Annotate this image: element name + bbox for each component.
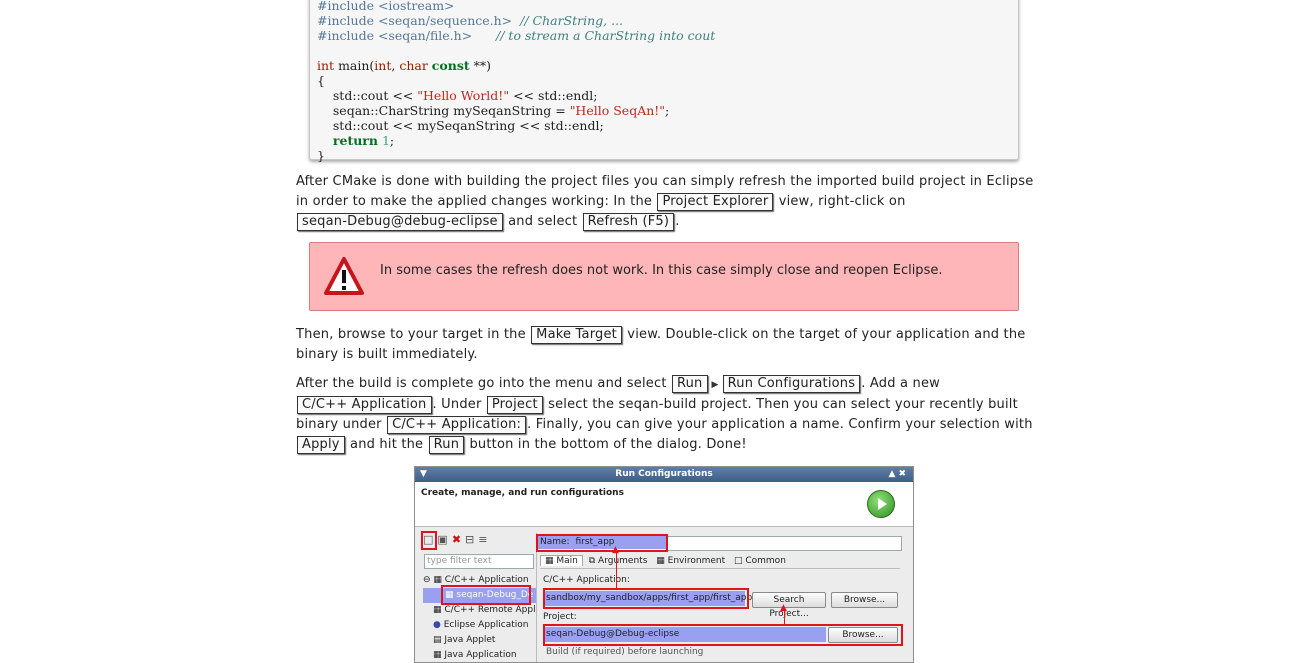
collapse-icon[interactable]: ⊟	[465, 533, 478, 546]
code-token: char	[399, 58, 428, 73]
highlight-name	[536, 534, 668, 552]
text: After the build is complete go into the …	[296, 376, 667, 391]
text: and hit the	[350, 437, 424, 452]
highlight-selected-config	[441, 585, 531, 605]
arrow-line	[616, 549, 617, 589]
code-comment: // CharString, ...	[520, 13, 624, 28]
browse-button[interactable]: Browse...	[831, 592, 898, 608]
run-configurations-dialog: ▼ Run Configurations ▲✖ Create, manage, …	[414, 466, 914, 663]
text: . Under	[432, 397, 482, 412]
text: Then, browse to your target in the	[296, 327, 526, 342]
tree-item-java-applet[interactable]: ▤ Java Applet	[423, 633, 537, 648]
code-token: int	[374, 58, 392, 73]
text: . Add a new	[861, 376, 940, 391]
dialog-header: Create, manage, and run configurations	[415, 482, 913, 527]
code-token: << std::endl;	[509, 88, 598, 103]
code-comment: // to stream a CharString into cout	[496, 28, 716, 43]
arrow-up-icon: ▲	[780, 603, 787, 613]
tab-bar: ▦ Main ⧉ Arguments ▦ Environment □ Commo…	[540, 555, 900, 569]
text: . Finally, you can give your application…	[527, 417, 1033, 432]
tab-label: Main	[556, 556, 578, 566]
code-token: std::cout << mySeqanString << std::endl;	[317, 118, 604, 133]
tab-main[interactable]: ▦ Main	[540, 555, 583, 566]
tree-item-eclipse-app[interactable]: ● Eclipse Application	[423, 618, 537, 633]
filter-icon[interactable]: ≡	[478, 533, 491, 546]
dialog-title: Run Configurations	[615, 469, 713, 479]
gui-label-cpp-application-field: C/C++ Application:	[387, 416, 527, 434]
code-token: ;	[665, 103, 670, 118]
tab-common[interactable]: □ Common	[731, 556, 789, 566]
run-icon	[867, 490, 895, 518]
code-token: **)	[473, 58, 492, 73]
tree-item-cpp-remote[interactable]: ▦ C/C++ Remote Appl	[423, 603, 537, 618]
tab-label: Environment	[667, 556, 726, 566]
code-block: #include <iostream> #include <seqan/sequ…	[309, 0, 1019, 163]
gui-label-project: seqan-Debug@debug-eclipse	[297, 213, 503, 231]
highlight-new-config	[421, 531, 437, 550]
code-token: return	[332, 133, 378, 148]
code-token: seqan::CharString mySeqanString =	[317, 103, 570, 118]
code-line: #include <iostream>	[317, 0, 455, 13]
tree-label: Java Application	[444, 650, 517, 660]
highlight-app-path	[543, 588, 749, 609]
tree-label: Java Applet	[444, 635, 496, 645]
project-label: Project:	[543, 612, 577, 622]
gui-label-run-configurations: Run Configurations	[722, 375, 861, 393]
tab-arguments[interactable]: ⧉ Arguments	[586, 556, 651, 566]
text: .	[675, 214, 680, 229]
arrow-up-icon: ▲	[612, 545, 619, 555]
build-label: Build (if required) before launching	[546, 647, 704, 657]
tab-label: Arguments	[598, 556, 648, 566]
code-include-file: #include <seqan/file.h>	[317, 28, 473, 43]
tree-label: Eclipse Application	[443, 620, 529, 630]
tab-label: Common	[745, 556, 786, 566]
paragraph-run-config: After the build is complete go into the …	[296, 374, 1036, 455]
gui-label-make-target: Make Target	[531, 326, 622, 344]
cpp-app-icon: ▦	[433, 575, 442, 585]
delete-icon[interactable]: ✖	[452, 533, 465, 546]
duplicate-icon[interactable]: ▣	[437, 533, 451, 546]
text: button in the bottom of the dialog. Done…	[469, 437, 747, 452]
warning-box: In some cases the refresh does not work.…	[309, 242, 1019, 311]
highlight-project	[543, 624, 903, 646]
text: and select	[508, 214, 578, 229]
paragraph-make-target: Then, browse to your target in the Make …	[296, 325, 1036, 365]
gui-label-run-button: Run	[428, 436, 465, 454]
warning-text: In some cases the refresh does not work.…	[380, 263, 943, 278]
gui-label-refresh: Refresh (F5)	[582, 213, 675, 231]
filter-input[interactable]: type filter text	[424, 554, 534, 569]
text: view, right-click on	[778, 194, 906, 209]
search-project-button[interactable]: Search Project...	[752, 592, 826, 619]
window-controls-icon[interactable]: ▲✖	[889, 467, 909, 482]
code-token: std::cout <<	[317, 88, 418, 103]
gui-label-project: Project	[486, 396, 543, 414]
code-number: 1	[381, 133, 390, 148]
warning-icon	[324, 257, 364, 295]
code-token: const	[431, 58, 470, 73]
code-token: {	[317, 73, 325, 88]
code-token: int	[317, 58, 335, 73]
gui-label-run: Run	[671, 375, 708, 393]
tree-label: C/C++ Remote Appl	[444, 605, 536, 615]
window-menu-icon[interactable]: ▼	[420, 467, 427, 482]
code-include-sequence: #include <seqan/sequence.h>	[317, 13, 513, 28]
tab-environment[interactable]: ▦ Environment	[653, 556, 728, 566]
tree-label: C/C++ Application	[444, 575, 529, 585]
gui-label-project-explorer: Project Explorer	[657, 193, 774, 211]
dialog-titlebar: ▼ Run Configurations ▲✖	[415, 467, 913, 482]
code-token: main(	[338, 58, 375, 73]
menu-arrow-icon: ▶	[711, 380, 719, 390]
code-string: "Hello World!"	[417, 88, 510, 103]
dialog-header-text: Create, manage, and run configurations	[421, 488, 624, 498]
gui-label-cpp-application: C/C++ Application	[297, 396, 432, 414]
gui-label-apply: Apply	[297, 436, 345, 454]
code-token: }	[317, 148, 325, 163]
code-string: "Hello SeqAn!"	[569, 103, 666, 118]
paragraph-refresh: After CMake is done with building the pr…	[296, 172, 1036, 232]
